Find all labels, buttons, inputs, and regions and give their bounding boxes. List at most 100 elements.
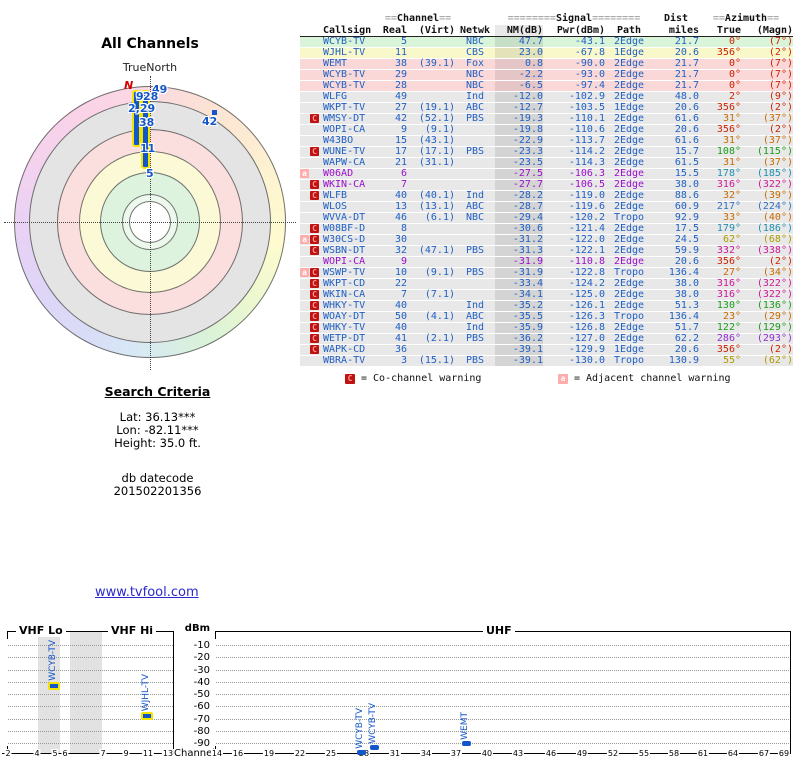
real-channel-cell: 9 xyxy=(400,124,407,135)
virtual-channel-cell: (15.1) xyxy=(418,355,455,366)
callsign-cell: WETP-DT xyxy=(323,333,366,344)
distance-cell: 24.5 xyxy=(674,234,699,245)
real-channel-cell: 7 xyxy=(400,179,407,190)
distance-cell: 21.7 xyxy=(674,80,699,91)
virtual-channel-cell: (6.1) xyxy=(424,212,455,223)
virtual-channel-cell: (39.1) xyxy=(418,58,455,69)
power-cell: -130.0 xyxy=(568,355,605,366)
network-cell xyxy=(455,125,495,135)
power-cell: -126.8 xyxy=(568,322,605,333)
radar-channel-label: 38 xyxy=(139,116,155,129)
table-row: C WSBN-DT 32 (47.1) PBS -31.3 -122.1 2Edge 59.9 3… xyxy=(300,246,793,256)
distance-cell: 15.7 xyxy=(674,146,699,157)
distance-cell: 38.0 xyxy=(674,278,699,289)
azimuth-true-cell: 356° xyxy=(716,344,741,355)
radar-title: All Channels xyxy=(101,36,199,52)
azimuth-true-cell: 27° xyxy=(722,267,741,278)
table-row: WKPT-TV 27 (19.1) ABC -12.7 -103.5 1Edge 20.6 35… xyxy=(300,103,793,113)
virtual-channel-cell xyxy=(407,37,455,47)
network-cell xyxy=(455,158,495,168)
azimuth-magnetic-cell: (293°) xyxy=(756,333,793,344)
table-row: C WUNE-TV 17 (17.1) PBS -23.3 -114.2 2Edge 15.7 1… xyxy=(300,147,793,157)
azimuth-magnetic-cell: (7°) xyxy=(768,69,793,80)
callsign-cell: WCYB-TV xyxy=(323,80,366,91)
co-channel-marker: C xyxy=(310,334,319,343)
distance-cell: 20.6 xyxy=(674,102,699,113)
path-cell: 2Edge xyxy=(613,69,645,80)
power-cell: -90.0 xyxy=(574,58,605,69)
noise-margin-cell: -31.9 xyxy=(495,268,543,278)
real-channel-cell: 9 xyxy=(400,256,407,267)
azimuth-true-cell: 356° xyxy=(716,102,741,113)
callsign-cell: WVVA-DT xyxy=(323,212,366,223)
real-channel-cell: 50 xyxy=(394,311,407,322)
azimuth-true-cell: 286° xyxy=(716,333,741,344)
power-cell: -110.8 xyxy=(568,256,605,267)
table-row: WOPI-CA 9 (9.1) -19.8 -110.6 2Edge 20.6 356° (2°… xyxy=(300,125,793,135)
co-channel-marker: C xyxy=(310,224,319,233)
power-cell: -120.2 xyxy=(568,212,605,223)
noise-margin-cell: -19.8 xyxy=(495,125,543,135)
channel-tick-label: 34 xyxy=(419,749,433,758)
azimuth-true-header: True xyxy=(716,25,741,36)
db-datecode-value: 201502201356 xyxy=(113,484,202,498)
network-cell: NBC xyxy=(465,69,485,80)
distance-cell: 59.9 xyxy=(674,245,699,256)
dbm-tick-label: -80 xyxy=(193,725,210,737)
co-channel-marker: C xyxy=(310,246,319,255)
tvfool-link[interactable]: www.tvfool.com xyxy=(95,585,199,600)
path-cell: 2Edge xyxy=(613,168,645,179)
channel-tick-label: 9 xyxy=(122,749,130,758)
network-cell: Ind xyxy=(465,322,485,333)
real-channel-cell: 49 xyxy=(394,91,407,102)
azimuth-magnetic-cell: (29°) xyxy=(762,311,793,322)
spectrum-marker xyxy=(48,681,60,690)
legend-co-channel: C = Co-channel warning xyxy=(345,373,481,384)
azimuth-magnetic-cell: (2°) xyxy=(768,124,793,135)
channel-tick-label: 64 xyxy=(726,749,740,758)
co-channel-marker: C xyxy=(310,147,319,156)
azimuth-true-cell: 108° xyxy=(716,146,741,157)
channel-tick-label: 52 xyxy=(606,749,620,758)
path-cell: 1Edge xyxy=(613,102,645,113)
virtual-channel-cell: (52.1) xyxy=(418,113,455,124)
real-channel-cell: 40 xyxy=(394,300,407,311)
channel-tick-label: 19 xyxy=(262,749,276,758)
noise-margin-cell: -35.9 xyxy=(495,323,543,333)
real-channel-cell: 46 xyxy=(394,212,407,223)
callsign-cell: WOPI-CA xyxy=(323,256,366,267)
channel-tick-label: 5 xyxy=(51,749,59,758)
virtual-channel-cell xyxy=(407,169,455,179)
table-row: WCYB-TV 29 NBC -2.2 -93.0 2Edge 21.7 0° (7°) xyxy=(300,70,793,80)
azimuth-true-cell: 122° xyxy=(716,322,741,333)
virtual-channel-cell xyxy=(407,301,455,311)
virtual-channel-cell xyxy=(407,180,455,190)
distance-cell: 21.7 xyxy=(674,69,699,80)
real-channel-cell: 6 xyxy=(400,168,407,179)
azimuth-true-cell: 55° xyxy=(722,355,741,366)
distance-cell: 136.4 xyxy=(668,311,699,322)
azimuth-magnetic-cell: (115°) xyxy=(756,146,793,157)
co-channel-marker: C xyxy=(310,268,319,277)
virtual-channel-cell: (40.1) xyxy=(418,190,455,201)
callsign-cell: WAPK-CD xyxy=(323,344,366,355)
path-cell: 2Edge xyxy=(613,289,645,300)
azimuth-magnetic-cell: (34°) xyxy=(762,267,793,278)
azimuth-magnetic-header: (Magn) xyxy=(756,25,793,36)
azimuth-true-cell: 0° xyxy=(728,80,741,91)
path-cell: Tropo xyxy=(613,212,645,223)
real-channel-cell: 42 xyxy=(394,113,407,124)
path-cell: 2Edge xyxy=(613,36,645,47)
azimuth-true-cell: 178° xyxy=(716,168,741,179)
adjacent-channel-marker: a xyxy=(300,169,309,178)
power-cell: -114.2 xyxy=(568,146,605,157)
power-cell: -122.1 xyxy=(568,245,605,256)
azimuth-magnetic-cell: (2°) xyxy=(768,102,793,113)
network-cell xyxy=(455,257,495,267)
table-row: C WOAY-DT 50 (4.1) ABC -35.5 -126.3 Tropo 136.4 2… xyxy=(300,312,793,322)
uhf-plot-box xyxy=(215,631,791,754)
adjacent-channel-marker: a xyxy=(300,235,309,244)
legend-adjacent-channel-text: = Adjacent channel warning xyxy=(574,373,731,384)
path-cell: 2Edge xyxy=(613,223,645,234)
network-cell: ABC xyxy=(465,311,485,322)
